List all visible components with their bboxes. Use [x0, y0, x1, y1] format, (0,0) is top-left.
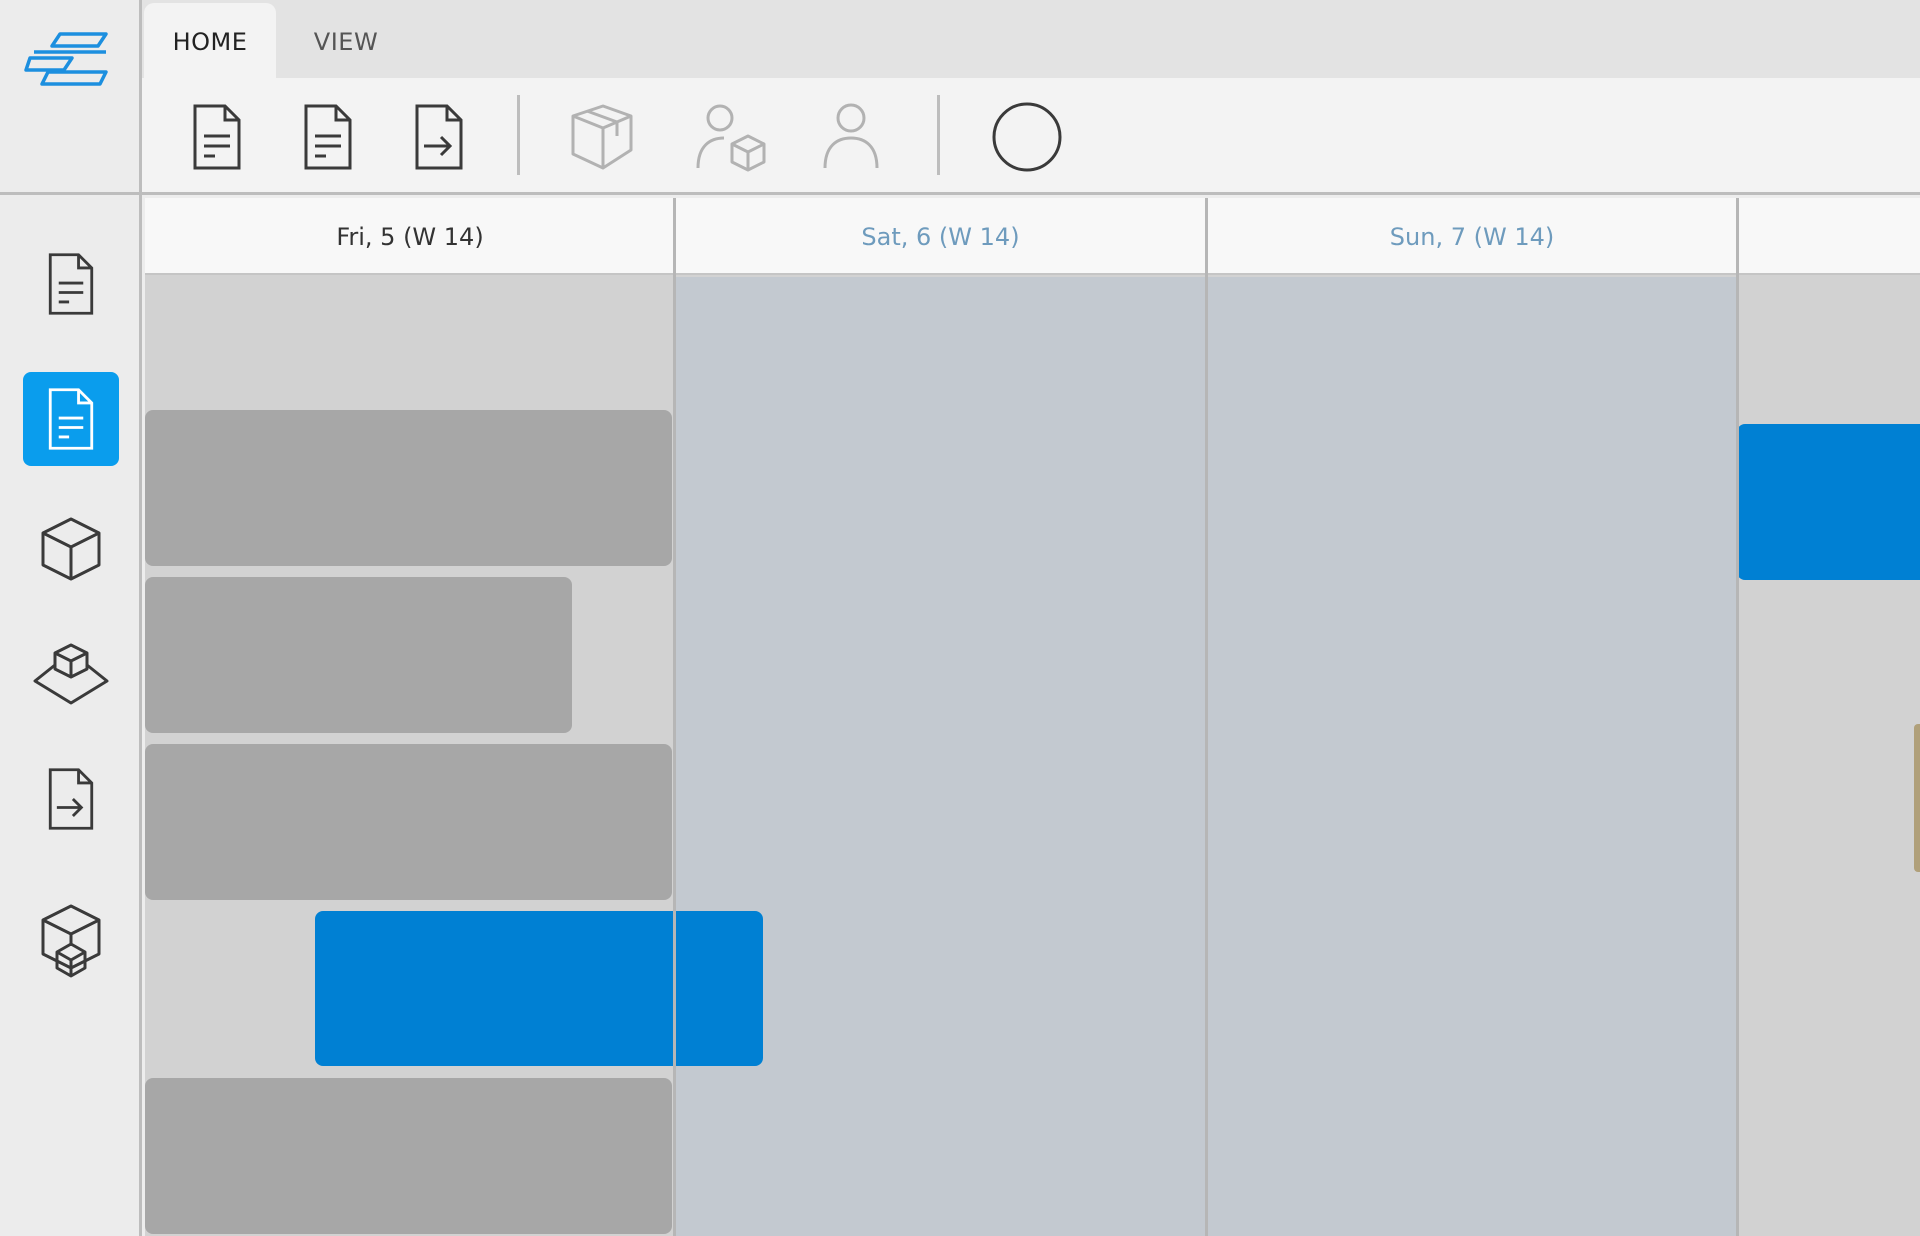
package-button[interactable] — [559, 94, 645, 180]
document-icon — [193, 104, 241, 170]
cube-on-platform-icon — [33, 643, 109, 705]
weekend-column-sun — [1206, 277, 1738, 1236]
document-icon — [48, 388, 94, 450]
user-package-button[interactable] — [688, 94, 774, 180]
day-divider — [673, 198, 676, 1236]
day-divider — [1736, 198, 1739, 1236]
schedule-bar-edge[interactable] — [1914, 724, 1920, 872]
sidebar-item-export[interactable] — [23, 752, 119, 846]
sidebar-item-documents[interactable] — [23, 237, 119, 331]
day-header-sat: Sat, 6 (W 14) — [861, 222, 1020, 251]
user-button[interactable] — [808, 94, 894, 180]
package-icon — [571, 104, 633, 170]
schedule-bar[interactable] — [145, 744, 672, 900]
day-header-fri: Fri, 5 (W 14) — [336, 222, 484, 251]
toolbar-separator — [517, 95, 520, 175]
tab-home[interactable]: HOME — [144, 3, 276, 80]
document-export-icon — [48, 768, 94, 830]
tab-view[interactable]: VIEW — [282, 3, 410, 80]
day-header-sun: Sun, 7 (W 14) — [1389, 222, 1555, 251]
user-icon — [823, 103, 879, 169]
toolbar-separator — [937, 95, 940, 175]
schedule-bar-selected[interactable] — [315, 911, 763, 1066]
document-button[interactable] — [285, 94, 371, 180]
user-package-icon — [696, 104, 766, 172]
sidebar-item-cube-on-platform[interactable] — [23, 627, 119, 721]
stacked-cubes-icon — [41, 904, 101, 978]
app-logo-icon — [24, 30, 110, 86]
circle-icon — [992, 102, 1062, 172]
weekend-column-sat — [675, 277, 1206, 1236]
sidebar-item-cube[interactable] — [23, 502, 119, 596]
document-icon — [304, 104, 352, 170]
schedule-bar[interactable] — [145, 577, 572, 733]
document-export-icon — [415, 104, 463, 170]
cube-icon — [41, 517, 101, 581]
schedule-bar[interactable] — [145, 410, 672, 566]
day-divider — [1205, 198, 1208, 1236]
document-icon — [48, 253, 94, 315]
sidebar-item-documents-active[interactable] — [23, 372, 119, 466]
new-document-button[interactable] — [174, 94, 260, 180]
schedule-bar-selected[interactable] — [1737, 424, 1920, 580]
schedule-bar[interactable] — [145, 1078, 672, 1234]
sidebar-item-stacked-cubes[interactable] — [23, 893, 119, 987]
export-document-button[interactable] — [396, 94, 482, 180]
circle-button[interactable] — [984, 94, 1070, 180]
